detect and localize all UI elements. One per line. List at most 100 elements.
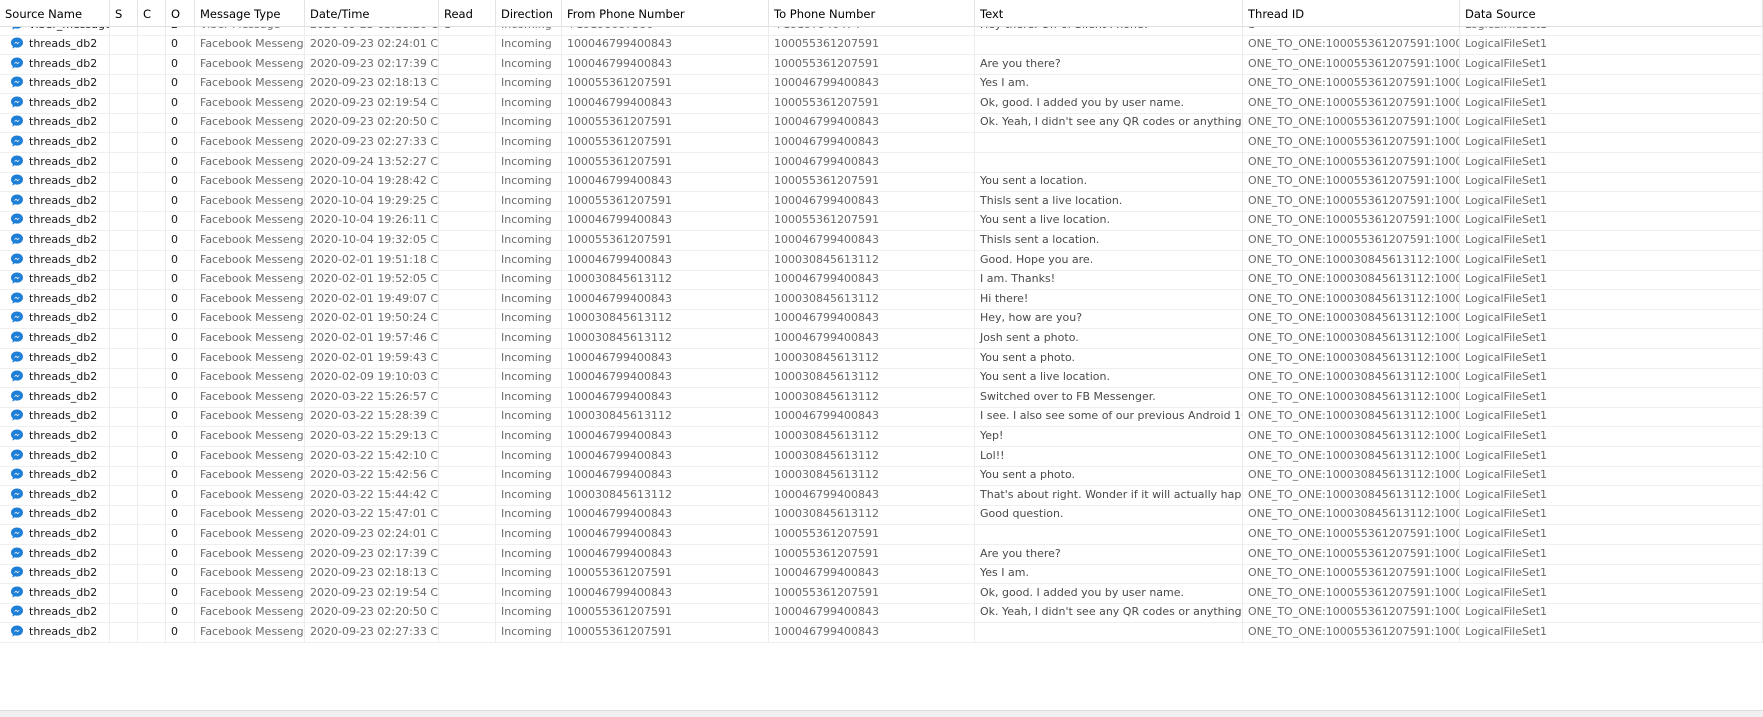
cell-type: Facebook Messenger <box>195 621 305 643</box>
thread-value: ONE_TO_ONE:100030845613112:1000467994... <box>1248 507 1459 521</box>
to-value: 100046799400843 <box>774 233 879 246</box>
type-value: Facebook Messenger <box>200 252 305 266</box>
direction-value: Incoming <box>501 193 552 207</box>
column-header-c[interactable]: C <box>138 0 166 26</box>
messenger-chat-icon <box>11 370 23 382</box>
to-value: 100046799400843 <box>774 135 879 148</box>
messenger-chat-icon <box>11 507 23 519</box>
thread-value: ONE_TO_ONE:100030845613112:1000467994... <box>1248 350 1459 364</box>
datasource-value: LogicalFileSet1 <box>1465 95 1548 109</box>
datasource-value: LogicalFileSet1 <box>1465 135 1548 148</box>
column-header-o[interactable]: O <box>166 0 195 26</box>
direction-value: Incoming <box>501 331 552 344</box>
source-name-label: threads_db2 <box>29 448 98 462</box>
column-header-type[interactable]: Message Type <box>195 0 305 26</box>
from-value: 100055361207591 <box>567 154 672 168</box>
text-value: Are you there? <box>980 546 1061 560</box>
direction-value: Incoming <box>501 527 552 540</box>
from-value: 100046799400843 <box>567 429 672 442</box>
type-value: Facebook Messenger <box>200 448 305 462</box>
to-value: 100030845613112 <box>774 370 879 384</box>
from-value: 100046799400843 <box>567 389 672 403</box>
from-value: 100030845613112 <box>567 331 672 344</box>
thread-value: ONE_TO_ONE:100055361207591:1000467994... <box>1248 585 1459 599</box>
table-row[interactable]: threads_db2 0 Facebook Messenger 2020-09-23… <box>0 621 1763 643</box>
datasource-value: LogicalFileSet1 <box>1465 350 1548 364</box>
text-value: Lol!! <box>980 448 1005 462</box>
o-value: 0 <box>171 213 178 227</box>
type-value: Facebook Messenger <box>200 350 305 364</box>
messenger-chat-icon <box>11 468 23 480</box>
column-header-source[interactable]: Source Name <box>0 0 110 26</box>
to-value: 100030845613112 <box>774 468 879 482</box>
to-value: 100046799400843 <box>774 193 879 207</box>
direction-value: Incoming <box>501 154 552 168</box>
direction-value: Incoming <box>501 135 552 148</box>
o-value: 0 <box>171 370 178 384</box>
from-value: 100055361207591 <box>567 566 672 580</box>
source-name-label: threads_db2 <box>29 605 98 619</box>
o-value: 0 <box>171 37 178 50</box>
datasource-value: LogicalFileSet1 <box>1465 252 1548 266</box>
thread-value: ONE_TO_ONE:100055361207591:1000467994... <box>1248 625 1459 638</box>
text-value: That's about right. Wonder if it will ac… <box>980 487 1242 501</box>
datasource-value: LogicalFileSet1 <box>1465 213 1548 227</box>
from-value: 100046799400843 <box>567 527 672 540</box>
type-value: Facebook Messenger <box>200 291 305 305</box>
from-value: 100046799400843 <box>567 546 672 560</box>
type-value: Facebook Messenger <box>200 56 305 70</box>
direction-value: Incoming <box>501 546 552 560</box>
datasource-value: LogicalFileSet1 <box>1465 429 1548 442</box>
to-value: 100030845613112 <box>774 389 879 403</box>
messenger-chat-icon <box>11 233 23 245</box>
thread-value: ONE_TO_ONE:100030845613112:1000467994... <box>1248 331 1459 344</box>
column-header-read[interactable]: Read <box>439 0 496 26</box>
datasource-value: LogicalFileSet1 <box>1465 370 1548 384</box>
table-header: Source Name S C O Message Type Date/Time Read D… <box>0 0 1763 27</box>
column-header-to[interactable]: To Phone Number <box>769 0 975 26</box>
thread-value: ONE_TO_ONE:100030845613112:1000467994... <box>1248 252 1459 266</box>
column-header-direction[interactable]: Direction <box>496 0 562 26</box>
source-name-label: threads_db2 <box>29 37 98 50</box>
to-value: 100055361207591 <box>774 37 879 50</box>
direction-value: Incoming <box>501 37 552 50</box>
datetime-value: 2020-09-23 02:19:54 CEST <box>310 585 439 599</box>
messenger-chat-icon <box>11 390 23 402</box>
direction-value: Incoming <box>501 507 552 521</box>
o-value: 0 <box>171 135 178 148</box>
thread-value: ONE_TO_ONE:100030845613112:1000467994... <box>1248 448 1459 462</box>
column-header-from[interactable]: From Phone Number <box>562 0 769 26</box>
source-name-label: threads_db2 <box>29 115 98 129</box>
o-value: 0 <box>171 487 178 501</box>
datasource-value: LogicalFileSet1 <box>1465 174 1548 188</box>
type-value: Facebook Messenger <box>200 154 305 168</box>
source-name-label: threads_db2 <box>29 311 98 325</box>
cell-o: 0 <box>166 621 195 643</box>
column-header-datetime[interactable]: Date/Time <box>305 0 439 26</box>
direction-value: Incoming <box>501 448 552 462</box>
to-value: 100046799400843 <box>774 409 879 423</box>
datetime-value: 2020-09-23 02:27:33 CEST <box>310 625 439 638</box>
cell-datetime: 2020-09-23 02:27:33 CEST <box>305 621 439 643</box>
datasource-value: LogicalFileSet1 <box>1465 272 1548 286</box>
column-header-datasource[interactable]: Data Source <box>1460 0 1763 26</box>
source-name-label: threads_db2 <box>29 272 98 286</box>
datetime-value: 2020-02-01 19:49:07 CET <box>310 291 439 305</box>
datasource-value: LogicalFileSet1 <box>1465 546 1548 560</box>
text-value: Ok, good. I added you by user name. <box>980 585 1185 599</box>
column-header-text[interactable]: Text <box>975 0 1243 26</box>
datetime-value: 2020-03-22 15:26:57 CET <box>310 389 439 403</box>
direction-value: Incoming <box>501 429 552 442</box>
from-value: 100030845613112 <box>567 409 672 423</box>
o-value: 0 <box>171 625 178 638</box>
column-header-s[interactable]: S <box>110 0 138 26</box>
datetime-value: 2020-03-22 15:44:42 CET <box>310 487 439 501</box>
thread-value: ONE_TO_ONE:100055361207591:1000467994... <box>1248 193 1459 207</box>
direction-value: Incoming <box>501 56 552 70</box>
column-header-thread[interactable]: Thread ID <box>1243 0 1460 26</box>
to-value: 100046799400843 <box>774 331 879 344</box>
messenger-chat-icon <box>11 155 23 167</box>
messenger-chat-icon <box>11 488 23 500</box>
o-value: 0 <box>171 546 178 560</box>
source-name-label: threads_db2 <box>29 174 98 188</box>
